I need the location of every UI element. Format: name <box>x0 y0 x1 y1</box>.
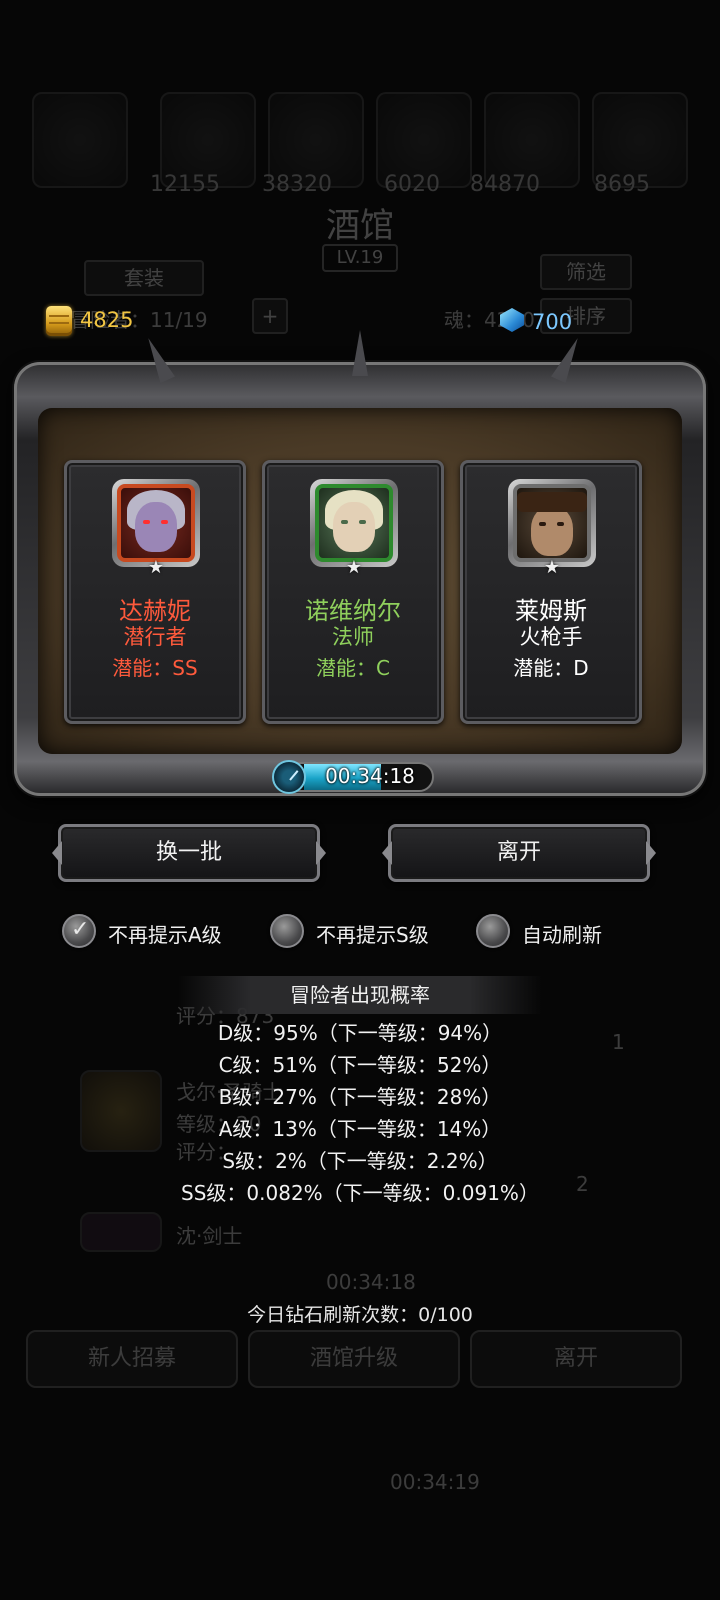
option-skip-s-grade[interactable]: 不再提示S级 <box>270 914 450 950</box>
hero-class: 火枪手 <box>519 625 583 649</box>
probability-line-ss: SS级：0.082%（下一等级：0.091%） <box>181 1181 539 1205</box>
portrait-face <box>333 502 375 552</box>
resource-slot <box>592 92 688 188</box>
probability-line-a: A级：13%（下一等级：14%） <box>218 1117 502 1141</box>
recruit-button: 新人招募 <box>26 1330 238 1388</box>
hero-class: 潜行者 <box>123 625 187 649</box>
hero-portrait <box>315 484 393 562</box>
resource-count: 84870 <box>470 172 540 197</box>
hero-portrait <box>117 484 195 562</box>
filter-button: 筛选 <box>540 254 632 290</box>
option-label: 不再提示A级 <box>108 923 222 947</box>
portrait-eye <box>539 522 546 526</box>
resource-count: 12155 <box>150 172 220 197</box>
portrait-eye <box>359 520 366 524</box>
star-icon: ★ <box>147 557 165 578</box>
portrait-hat <box>517 492 587 512</box>
refresh-batch-button[interactable]: 换一批 <box>58 824 320 882</box>
background-bottom-timer: 00:34:19 <box>390 1470 480 1494</box>
hero-portrait <box>513 484 591 562</box>
gold-coin-icon <box>46 306 72 336</box>
diamond-refresh-count: 今日钻石刷新次数：0/100 <box>247 1304 473 1326</box>
hero-potential: 潜能：C <box>316 656 390 680</box>
hero-card-1[interactable]: ★ 达赫妮 潜行者 潜能：SS <box>64 460 246 724</box>
gold-amount: 4825 <box>80 308 134 332</box>
star-icon: ★ <box>543 557 561 578</box>
portrait-face <box>135 502 177 552</box>
set-button: 套装 <box>84 260 204 296</box>
checkbox[interactable] <box>270 914 304 948</box>
leave-button[interactable]: 离开 <box>388 824 650 882</box>
portrait-eye <box>341 520 348 524</box>
tavern-level: LV.19 <box>322 244 398 272</box>
hero-name: 莱姆斯 <box>515 597 587 625</box>
hero-name: 达赫妮 <box>119 597 191 625</box>
resource-slot <box>376 92 472 188</box>
resource-slot <box>268 92 364 188</box>
hero-portrait-frame <box>310 479 398 567</box>
upgrade-tavern-button: 酒馆升级 <box>248 1330 460 1388</box>
probability-line-s: S级：2%（下一等级：2.2%） <box>222 1149 498 1173</box>
resource-count: 8695 <box>594 172 650 197</box>
option-label: 自动刷新 <box>522 923 602 947</box>
hero-potential: 潜能：SS <box>112 656 198 680</box>
list-name: 沈·剑士 <box>176 1224 243 1248</box>
diamond-icon <box>500 308 524 332</box>
hero-potential: 潜能：D <box>513 656 589 680</box>
portrait-eye <box>557 522 564 526</box>
option-label: 不再提示S级 <box>316 923 429 947</box>
background-leave-button: 离开 <box>470 1330 682 1388</box>
hero-portrait-frame <box>112 479 200 567</box>
tavern-title: 酒馆 <box>326 206 394 246</box>
background-timer: 00:34:18 <box>326 1270 416 1294</box>
list-portrait <box>80 1212 162 1252</box>
resource-slot <box>160 92 256 188</box>
hero-card-3[interactable]: ★ 莱姆斯 火枪手 潜能：D <box>460 460 642 724</box>
star-icon: ★ <box>345 557 363 578</box>
background-tavern-screen: 12155 38320 6020 84870 8695 酒馆 LV.19 套装 … <box>0 0 720 1600</box>
refresh-timer-text: 00:34:18 <box>325 764 415 788</box>
probability-line-d: D级：95%（下一等级：94%） <box>217 1021 503 1045</box>
hero-class: 法师 <box>332 625 374 649</box>
add-button: + <box>252 298 288 334</box>
clock-icon <box>272 760 306 794</box>
option-auto-refresh[interactable]: 自动刷新 <box>476 914 636 950</box>
hero-card-2[interactable]: ★ 诺维纳尔 法师 潜能：C <box>262 460 444 724</box>
resource-slot <box>32 92 128 188</box>
diamond-amount: 700 <box>532 310 573 334</box>
resource-slot <box>484 92 580 188</box>
checkbox[interactable] <box>476 914 510 948</box>
portrait-face <box>531 506 573 556</box>
frame-spike-decoration <box>352 330 368 376</box>
probability-title: 冒险者出现概率 <box>178 976 542 1014</box>
option-skip-a-grade[interactable]: ✓ 不再提示A级 <box>62 914 242 950</box>
hero-portrait-frame <box>508 479 596 567</box>
checkbox[interactable]: ✓ <box>62 914 96 948</box>
resource-count: 6020 <box>384 172 440 197</box>
portrait-eye <box>161 520 168 524</box>
hero-name: 诺维纳尔 <box>305 597 401 625</box>
probability-line-c: C级：51%（下一等级：52%） <box>218 1053 502 1077</box>
portrait-eye <box>143 520 150 524</box>
probability-line-b: B级：27%（下一等级：28%） <box>218 1085 502 1109</box>
checkmark-icon: ✓ <box>71 917 90 942</box>
resource-count: 38320 <box>262 172 332 197</box>
